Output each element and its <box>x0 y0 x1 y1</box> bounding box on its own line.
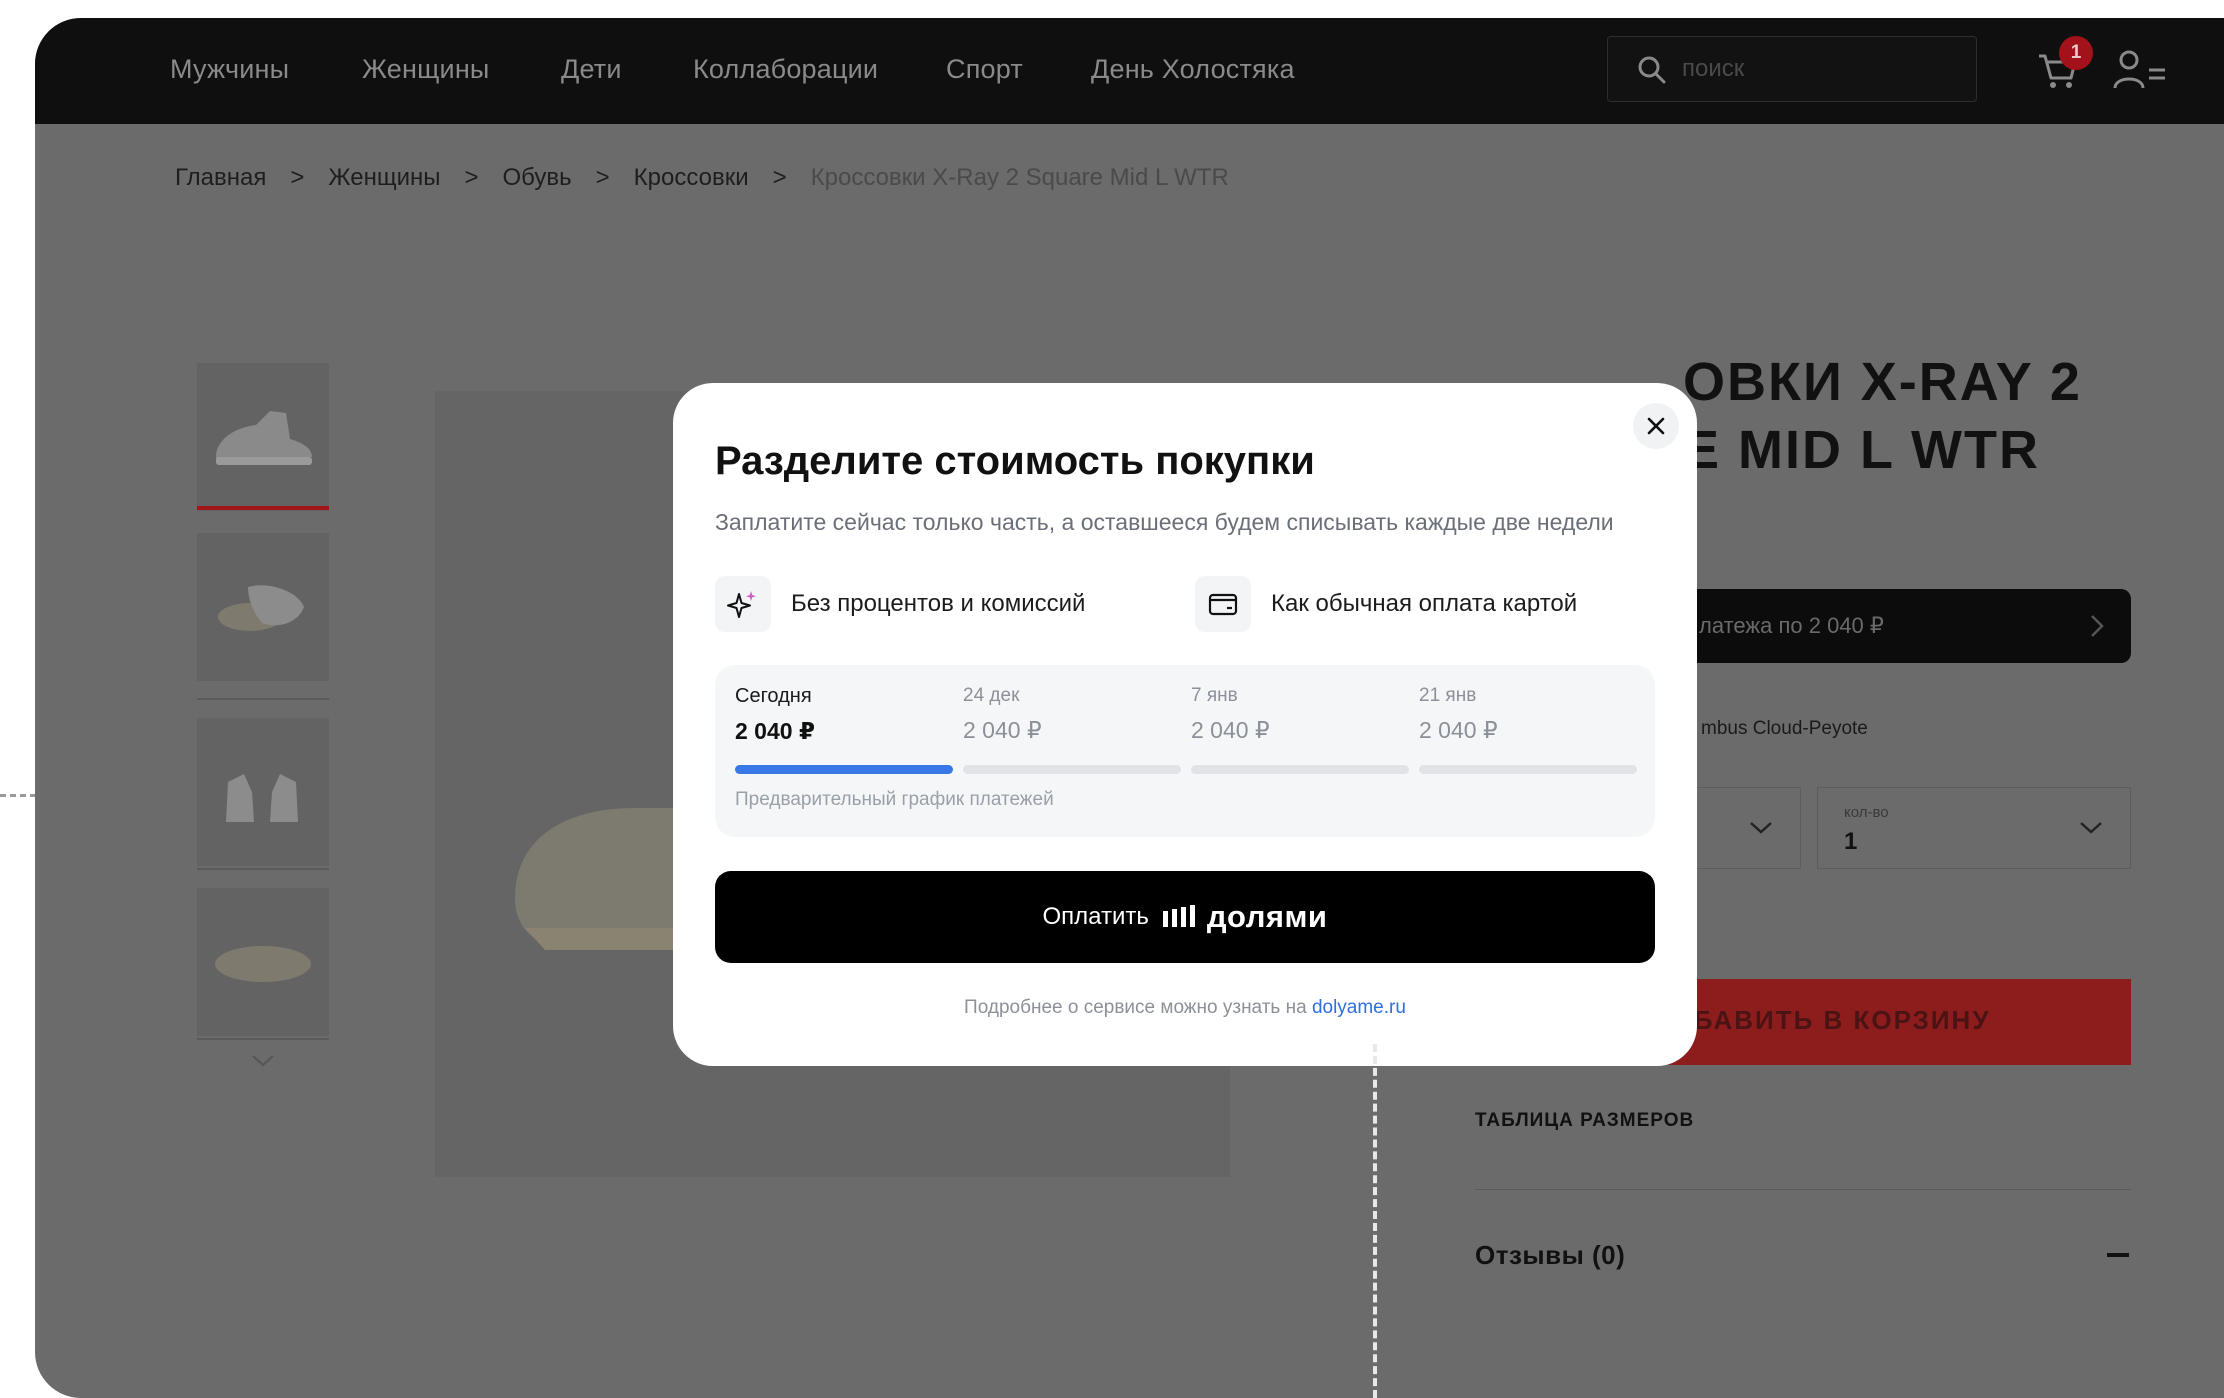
thumbnail-divider <box>197 1038 329 1040</box>
breadcrumb: Главная > Женщины > Обувь > Кроссовки > … <box>175 158 1229 198</box>
installment-date: 7 янв <box>1191 685 1238 706</box>
modal-title: Разделите стоимость покупки <box>715 439 1315 483</box>
product-thumbnail[interactable] <box>197 888 329 1036</box>
chevron-right-icon <box>2091 615 2104 637</box>
payment-schedule: Сегодня 2 040 ₽ 24 дек 2 040 ₽ 7 янв 2 0… <box>715 665 1655 837</box>
sneaker-top-image <box>218 585 304 631</box>
nav-item-kids[interactable]: Дети <box>561 54 622 85</box>
dolyame-link[interactable]: dolyame.ru <box>1312 997 1406 1018</box>
top-navigation: Мужчины Женщины Дети Коллаборации Спорт … <box>35 18 2224 124</box>
nav-item-women[interactable]: Женщины <box>362 54 490 85</box>
pay-button-brand: долями <box>1206 899 1328 934</box>
dolyame-logo-icon <box>1162 905 1195 927</box>
close-icon <box>1647 417 1665 435</box>
guide-line-vertical <box>1373 1044 1377 1398</box>
pay-button-label: Оплатить <box>1042 903 1149 930</box>
chevron-down-icon <box>1750 822 1772 834</box>
more-info-prefix: Подробнее о сервисе можно узнать на <box>964 997 1307 1018</box>
pay-with-dolyame-button[interactable]: Оплатить долями <box>715 871 1655 963</box>
breadcrumb-women[interactable]: Женщины <box>328 164 440 192</box>
installment-amount: 2 040 ₽ <box>1191 717 1270 743</box>
thumbnail-divider <box>197 698 329 700</box>
browser-frame: Мужчины Женщины Дети Коллаборации Спорт … <box>35 18 2224 1398</box>
more-info-text: Подробнее о сервисе можно узнать на doly… <box>673 997 1697 1019</box>
installment-progress-bar <box>1191 765 1409 774</box>
sneaker-pair-image <box>226 774 298 822</box>
search-placeholder: поиск <box>1682 55 1745 82</box>
nav-item-men[interactable]: Мужчины <box>170 54 289 85</box>
installment-date: Сегодня <box>735 685 812 707</box>
dolyame-bar-text: латежа по 2 040 ₽ <box>1699 613 1884 638</box>
sparkle-icon <box>715 576 771 632</box>
sneaker-side-image <box>216 411 312 465</box>
feature-no-fees: Без процентов и комиссий <box>715 576 1085 632</box>
quantity-select[interactable]: кол-во 1 <box>1817 787 2131 869</box>
nav-item-collabs[interactable]: Коллаборации <box>693 54 878 85</box>
section-divider <box>1475 1189 2131 1190</box>
feature-card-payment: Как обычная оплата картой <box>1195 576 1577 632</box>
installment-progress-bar <box>963 765 1181 774</box>
product-thumbnail[interactable] <box>197 718 329 866</box>
breadcrumb-sneakers[interactable]: Кроссовки <box>634 164 749 192</box>
quantity-value: 1 <box>1844 828 1858 855</box>
installment-amount: 2 040 ₽ <box>735 718 815 744</box>
installment-amount: 2 040 ₽ <box>1419 717 1498 743</box>
installment-2: 24 дек 2 040 ₽ <box>963 685 1181 744</box>
chevron-down-icon[interactable] <box>249 1052 277 1070</box>
user-menu-icon[interactable] <box>2111 48 2171 92</box>
close-button[interactable] <box>1633 403 1679 449</box>
breadcrumb-separator: > <box>772 164 787 191</box>
cart-count-badge: 1 <box>2059 36 2093 70</box>
product-thumbnail[interactable] <box>197 533 329 681</box>
installment-3: 7 янв 2 040 ₽ <box>1191 685 1409 744</box>
size-table-link[interactable]: ТАБЛИЦА РАЗМЕРОВ <box>1475 1110 1694 1132</box>
dolyame-modal: Разделите стоимость покупки Заплатите се… <box>673 383 1697 1066</box>
breadcrumb-home[interactable]: Главная <box>175 164 266 192</box>
breadcrumb-current: Кроссовки X-Ray 2 Square Mid L WTR <box>810 164 1229 191</box>
card-icon <box>1195 576 1251 632</box>
installment-progress-bar <box>1419 765 1637 774</box>
breadcrumb-separator: > <box>290 164 305 191</box>
active-thumbnail-indicator <box>197 506 329 510</box>
installment-date: 24 дек <box>963 685 1020 706</box>
installment-amount: 2 040 ₽ <box>963 717 1042 743</box>
installment-today: Сегодня 2 040 ₽ <box>735 685 953 745</box>
thumbnail-divider <box>197 868 329 870</box>
nav-item-singles-day[interactable]: День Холостяка <box>1091 54 1295 85</box>
breadcrumb-separator: > <box>464 164 479 191</box>
search-input[interactable]: поиск <box>1607 36 1977 102</box>
feature-text: Как обычная оплата картой <box>1271 590 1578 617</box>
modal-subtitle: Заплатите сейчас только часть, а оставше… <box>715 509 1614 535</box>
sneaker-sole-image <box>215 946 311 982</box>
nav-item-sport[interactable]: Спорт <box>946 54 1023 85</box>
installment-4: 21 янв 2 040 ₽ <box>1419 685 1637 744</box>
schedule-note: Предварительный график платежей <box>735 789 1054 810</box>
search-icon <box>1638 56 1666 84</box>
installment-date: 21 янв <box>1419 685 1477 706</box>
collapse-minus-icon[interactable] <box>2107 1253 2129 1257</box>
product-thumbnail[interactable] <box>197 363 329 511</box>
feature-text: Без процентов и комиссий <box>791 590 1086 617</box>
installment-progress-bar <box>735 765 953 774</box>
reviews-heading[interactable]: Отзывы (0) <box>1475 1240 1625 1271</box>
breadcrumb-separator: > <box>595 164 610 191</box>
chevron-down-icon <box>2080 822 2102 834</box>
guide-line-horizontal <box>0 794 36 797</box>
add-to-cart-label: ДОБАВИТЬ В КОРЗИНУ <box>1651 1005 1991 1035</box>
quantity-label: кол-во <box>1844 804 1889 821</box>
breadcrumb-shoes[interactable]: Обувь <box>503 164 572 192</box>
